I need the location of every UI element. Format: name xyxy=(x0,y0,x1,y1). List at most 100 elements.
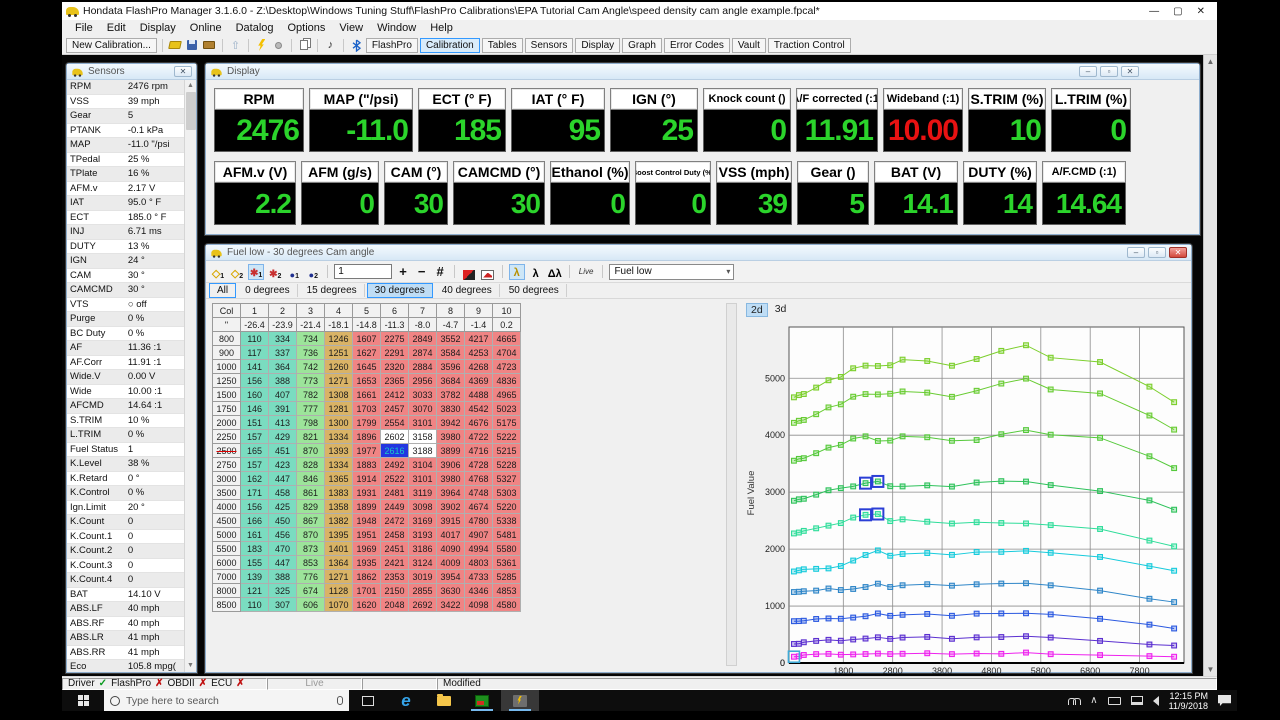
tab-40-degrees[interactable]: 40 degrees xyxy=(435,284,500,297)
sensor-row-af-corr[interactable]: AF.Corr 11.91 :1 xyxy=(67,356,184,370)
maximize-icon[interactable]: ▢ xyxy=(1173,6,1182,17)
fuel-cell[interactable]: 1358 xyxy=(324,499,353,514)
close-icon[interactable]: ✕ xyxy=(1197,6,1205,17)
fuel-cell[interactable]: 2458 xyxy=(380,527,409,542)
map-column-value[interactable]: -1.4 xyxy=(464,317,493,332)
network-icon[interactable] xyxy=(1130,696,1143,705)
rpm-row-label[interactable]: 2750 xyxy=(212,457,241,472)
sensor-row-k-count[interactable]: K.Count 0 xyxy=(67,515,184,530)
fuel-cell[interactable]: 3101 xyxy=(408,471,437,486)
fuel-cell[interactable]: 2457 xyxy=(380,401,409,416)
fuel-cell[interactable]: 1128 xyxy=(324,583,353,598)
fuel-cell[interactable]: 1951 xyxy=(352,527,381,542)
lambda-icon[interactable]: λ xyxy=(528,264,544,280)
fuel-cell[interactable]: 3596 xyxy=(436,359,465,374)
fuel-cell[interactable]: 3584 xyxy=(436,345,465,360)
fuel-cell[interactable]: 3782 xyxy=(436,387,465,402)
sensor-row-k-count-1[interactable]: K.Count.1 0 xyxy=(67,530,184,544)
fuel-cell[interactable]: 736 xyxy=(296,345,325,360)
sensor-row-af[interactable]: AF 11.36 :1 xyxy=(67,341,184,356)
map-column-value[interactable]: -4.7 xyxy=(436,317,465,332)
tray-chevron-icon[interactable]: ∧ xyxy=(1090,695,1097,706)
fuel-cell[interactable]: 1070 xyxy=(324,597,353,612)
display-minimize-icon[interactable]: – xyxy=(1079,66,1097,77)
fuel-close-icon[interactable]: ✕ xyxy=(1169,247,1187,258)
fuel-cell[interactable]: 1645 xyxy=(352,359,381,374)
fuel-cell[interactable]: 2522 xyxy=(380,471,409,486)
fuel-cell[interactable]: 2481 xyxy=(380,485,409,500)
sensor-row-wide-v[interactable]: Wide.V 0.00 V xyxy=(67,370,184,385)
fuel-cell[interactable]: 2412 xyxy=(380,387,409,402)
tab-50-degrees[interactable]: 50 degrees xyxy=(502,284,567,297)
fuel-cell[interactable]: 1862 xyxy=(352,569,381,584)
tab-30-degrees[interactable]: 30 degrees xyxy=(366,283,433,298)
microphone-icon[interactable] xyxy=(337,696,343,705)
fuel-cell[interactable]: 4542 xyxy=(464,401,493,416)
fuel-cell[interactable]: 165 xyxy=(240,443,269,458)
grid-icon[interactable]: # xyxy=(432,264,447,279)
fuel-cell[interactable]: 413 xyxy=(268,415,297,430)
rpm-row-label[interactable]: 7000 xyxy=(212,569,241,584)
fuel-cell[interactable]: 3964 xyxy=(436,485,465,500)
fuel-cell[interactable]: 4268 xyxy=(464,359,493,374)
fuel-cell[interactable]: 307 xyxy=(268,597,297,612)
diamond-2-icon[interactable]: ◇ 2 xyxy=(229,264,245,280)
fuel-cell[interactable]: 5303 xyxy=(492,485,521,500)
decrease-icon[interactable]: − xyxy=(414,264,430,279)
fuel-cell[interactable]: 3422 xyxy=(436,597,465,612)
sensor-row-k-count-2[interactable]: K.Count.2 0 xyxy=(67,544,184,559)
fuel-cell[interactable]: 5481 xyxy=(492,527,521,542)
fuel-cell[interactable]: 3193 xyxy=(408,527,437,542)
fuel-cell[interactable]: 4780 xyxy=(464,513,493,528)
fuel-cell[interactable]: 861 xyxy=(296,485,325,500)
fuel-cell[interactable]: 4836 xyxy=(492,373,521,388)
taskbar-search-input[interactable]: Type here to search xyxy=(104,690,349,711)
sensor-row-camcmd[interactable]: CAMCMD 30 ° xyxy=(67,283,184,298)
fuel-cell[interactable]: 846 xyxy=(296,471,325,486)
usb-device-icon[interactable] xyxy=(1107,696,1121,705)
fuel-cell[interactable]: 870 xyxy=(296,443,325,458)
fuel-cell[interactable]: 2421 xyxy=(380,555,409,570)
rpm-row-label[interactable]: 1750 xyxy=(212,401,241,416)
fuel-cell[interactable]: 1948 xyxy=(352,513,381,528)
fuel-cell[interactable]: 2320 xyxy=(380,359,409,374)
fuel-cell[interactable]: 1899 xyxy=(352,499,381,514)
rpm-row-label[interactable]: 1250 xyxy=(212,373,241,388)
fuel-cell[interactable]: 4676 xyxy=(464,415,493,430)
fuel-cell[interactable]: 3630 xyxy=(436,583,465,598)
fuel-cell[interactable]: 3902 xyxy=(436,499,465,514)
fuel-cell[interactable]: 1395 xyxy=(324,527,353,542)
sensor-row-s-trim[interactable]: S.TRIM 10 % xyxy=(67,414,184,428)
fuel-cell[interactable]: 1308 xyxy=(324,387,353,402)
rpm-row-label[interactable]: 4500 xyxy=(212,513,241,528)
sensor-row-bc-duty[interactable]: BC Duty 0 % xyxy=(67,327,184,341)
fuel-cell[interactable]: 1701 xyxy=(352,583,381,598)
fuel-cell[interactable]: 4733 xyxy=(464,569,493,584)
sensor-row-map[interactable]: MAP -11.0 "/psi xyxy=(67,138,184,153)
fuel-cell[interactable]: 1914 xyxy=(352,471,381,486)
sensors-close-icon[interactable]: ✕ xyxy=(174,66,192,77)
fuel-cell[interactable]: 5215 xyxy=(492,443,521,458)
fuel-cell[interactable]: 5023 xyxy=(492,401,521,416)
bluetooth-icon[interactable] xyxy=(349,38,364,52)
fuel-cell[interactable]: 458 xyxy=(268,485,297,500)
fuel-cell[interactable]: 2855 xyxy=(408,583,437,598)
fuel-cell[interactable]: 1969 xyxy=(352,541,381,556)
lambda-active-icon[interactable]: λ xyxy=(508,263,525,280)
fuel-cell[interactable]: 364 xyxy=(268,359,297,374)
fuel-cell[interactable]: 5580 xyxy=(492,541,521,556)
open-file-icon[interactable] xyxy=(168,38,183,52)
fuel-cell[interactable]: 4488 xyxy=(464,387,493,402)
table-corner-header[interactable]: Col xyxy=(212,303,241,318)
map-column-value[interactable]: -23.9 xyxy=(268,317,297,332)
column-header[interactable]: 2 xyxy=(268,303,297,318)
fuel-cell[interactable]: 776 xyxy=(296,569,325,584)
fuel-cell[interactable]: 141 xyxy=(240,359,269,374)
rpm-row-label[interactable]: 2500 xyxy=(212,443,241,458)
fuel-cell[interactable]: 3033 xyxy=(408,387,437,402)
fuel-cell[interactable]: 3169 xyxy=(408,513,437,528)
fuel-maximize-icon[interactable]: ▫ xyxy=(1148,247,1166,258)
sensor-row-cam[interactable]: CAM 30 ° xyxy=(67,269,184,283)
fuel-cell[interactable]: 1607 xyxy=(352,331,381,346)
fuel-cell[interactable]: 3124 xyxy=(408,555,437,570)
